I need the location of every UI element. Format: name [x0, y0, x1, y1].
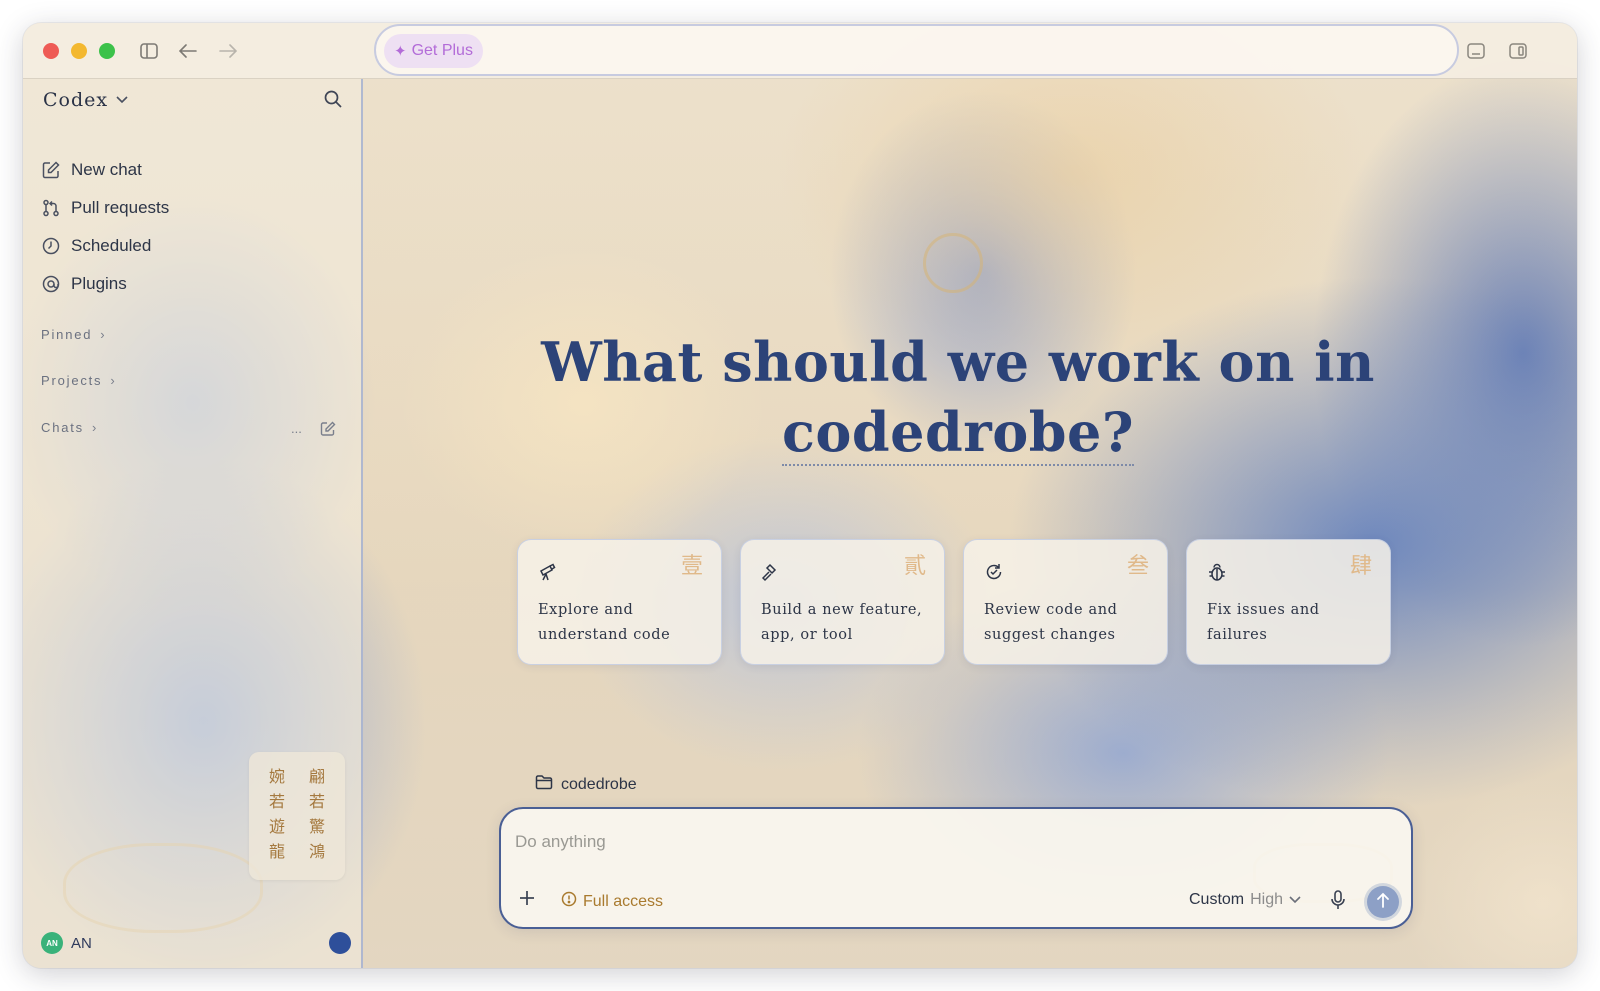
seal-column-right: 翩 若 驚 鴻: [303, 764, 331, 868]
more-options-icon[interactable]: ...: [291, 421, 302, 440]
access-level-button[interactable]: Full access: [561, 891, 663, 912]
suggestion-card-explore[interactable]: 壹 Explore and understand code: [517, 539, 722, 665]
card-label: Build a new feature, app, or tool: [761, 602, 923, 643]
status-indicator[interactable]: [329, 932, 351, 954]
composer: Full access Custom High: [499, 807, 1413, 929]
folder-icon: [535, 774, 553, 795]
clock-icon: [41, 236, 61, 256]
sidebar-item-plugins[interactable]: Plugins: [41, 269, 341, 299]
card-number: 肆: [1349, 554, 1372, 579]
get-plus-label: Get Plus: [411, 42, 473, 59]
section-label: Projects: [41, 372, 103, 388]
account-name: AN: [71, 934, 92, 952]
workspace-switcher[interactable]: Codex: [43, 89, 128, 111]
seal-char: 驚: [308, 817, 325, 836]
seal-char: 若: [268, 792, 285, 811]
chevron-down-icon: [116, 93, 128, 107]
app-window: ✦ Get Plus Codex New chat Pull requests …: [23, 23, 1577, 968]
model-selector[interactable]: Custom High: [1189, 891, 1301, 909]
add-attachment-button[interactable]: [515, 889, 539, 913]
seal-char: 遊: [268, 817, 285, 836]
sidebar: Codex New chat Pull requests Scheduled P…: [23, 79, 363, 968]
avatar: AN: [41, 932, 63, 954]
prompt-input[interactable]: [515, 829, 1375, 855]
card-label: Explore and understand code: [538, 602, 671, 643]
edit-icon: [41, 160, 61, 180]
suggestion-cards: 壹 Explore and understand code 貳 Build a …: [517, 539, 1391, 665]
suggestion-card-build[interactable]: 貳 Build a new feature, app, or tool: [740, 539, 945, 665]
section-chats[interactable]: Chats ›: [41, 416, 98, 438]
sparkle-icon: ✦: [394, 43, 407, 60]
zoom-window-button[interactable]: [99, 43, 115, 59]
plugin-icon: [41, 274, 61, 294]
chevron-down-icon: [1289, 893, 1301, 907]
suggestion-card-review[interactable]: 叁 Review code and suggest changes: [963, 539, 1168, 665]
seal-char: 婉: [268, 767, 285, 786]
title-bar: ✦ Get Plus: [23, 23, 1577, 79]
section-label: Chats: [41, 419, 84, 435]
search-icon[interactable]: [323, 89, 347, 113]
sidebar-item-new-chat[interactable]: New chat: [41, 155, 341, 185]
seal-char: 若: [308, 792, 325, 811]
side-panel-icon[interactable]: [1506, 39, 1530, 63]
sidebar-item-label: Plugins: [71, 274, 127, 293]
project-name: codedrobe: [561, 775, 637, 793]
chevron-right-icon: ›: [100, 326, 107, 342]
microphone-icon[interactable]: [1329, 889, 1351, 913]
send-button[interactable]: [1367, 886, 1399, 918]
sidebar-item-scheduled[interactable]: Scheduled: [41, 231, 341, 261]
app-title: Codex: [43, 89, 109, 111]
suggestion-card-fix[interactable]: 肆 Fix issues and failures: [1186, 539, 1391, 665]
new-chat-compose-icon[interactable]: [320, 421, 336, 440]
card-label: Review code and suggest changes: [984, 602, 1118, 643]
warning-icon: [561, 891, 577, 912]
terminal-panel-icon[interactable]: [1464, 39, 1488, 63]
close-window-button[interactable]: [43, 43, 59, 59]
main-area: What should we work on in codedrobe? 壹 E…: [365, 79, 1577, 968]
address-bar[interactable]: ✦ Get Plus: [374, 24, 1459, 76]
telescope-icon: [538, 562, 558, 582]
sidebar-toggle-icon[interactable]: [137, 39, 161, 63]
get-plus-button[interactable]: ✦ Get Plus: [384, 34, 483, 68]
pull-request-icon: [41, 198, 61, 218]
chats-actions: ...: [291, 421, 336, 440]
section-projects[interactable]: Projects ›: [41, 369, 117, 391]
account-button[interactable]: AN AN: [41, 932, 92, 954]
arrow-up-icon: [1376, 892, 1390, 913]
section-pinned[interactable]: Pinned ›: [41, 323, 106, 345]
calligraphy-seal: 婉 若 遊 龍 翩 若 驚 鴻: [249, 752, 345, 880]
bug-icon: [1207, 562, 1227, 582]
heading-line: What should we work on in: [541, 330, 1375, 394]
repo-name-link[interactable]: codedrobe?: [782, 400, 1134, 466]
card-number: 叁: [1126, 554, 1149, 579]
sidebar-item-label: New chat: [71, 160, 142, 179]
model-name: Custom: [1189, 891, 1245, 908]
seal-column-left: 婉 若 遊 龍: [263, 764, 291, 868]
project-selector[interactable]: codedrobe: [535, 774, 637, 795]
card-number: 貳: [903, 554, 926, 579]
seal-char: 翩: [308, 767, 325, 786]
chevron-right-icon: ›: [91, 419, 99, 435]
card-label: Fix issues and failures: [1207, 602, 1320, 643]
hammer-icon: [761, 562, 781, 582]
seal-char: 龍: [268, 842, 285, 861]
page-title: What should we work on in codedrobe?: [365, 327, 1551, 467]
sidebar-item-label: Scheduled: [71, 236, 152, 255]
section-label: Pinned: [41, 326, 93, 342]
sidebar-item-pull-requests[interactable]: Pull requests: [41, 193, 341, 223]
sidebar-item-label: Pull requests: [71, 198, 170, 217]
seal-char: 鴻: [308, 842, 325, 861]
chevron-right-icon: ›: [110, 372, 117, 388]
minimize-window-button[interactable]: [71, 43, 87, 59]
reasoning-effort: High: [1250, 891, 1284, 908]
forward-arrow-icon[interactable]: [216, 39, 240, 63]
access-label: Full access: [583, 892, 664, 910]
card-number: 壹: [680, 554, 703, 579]
review-icon: [984, 562, 1004, 582]
back-arrow-icon[interactable]: [176, 39, 200, 63]
